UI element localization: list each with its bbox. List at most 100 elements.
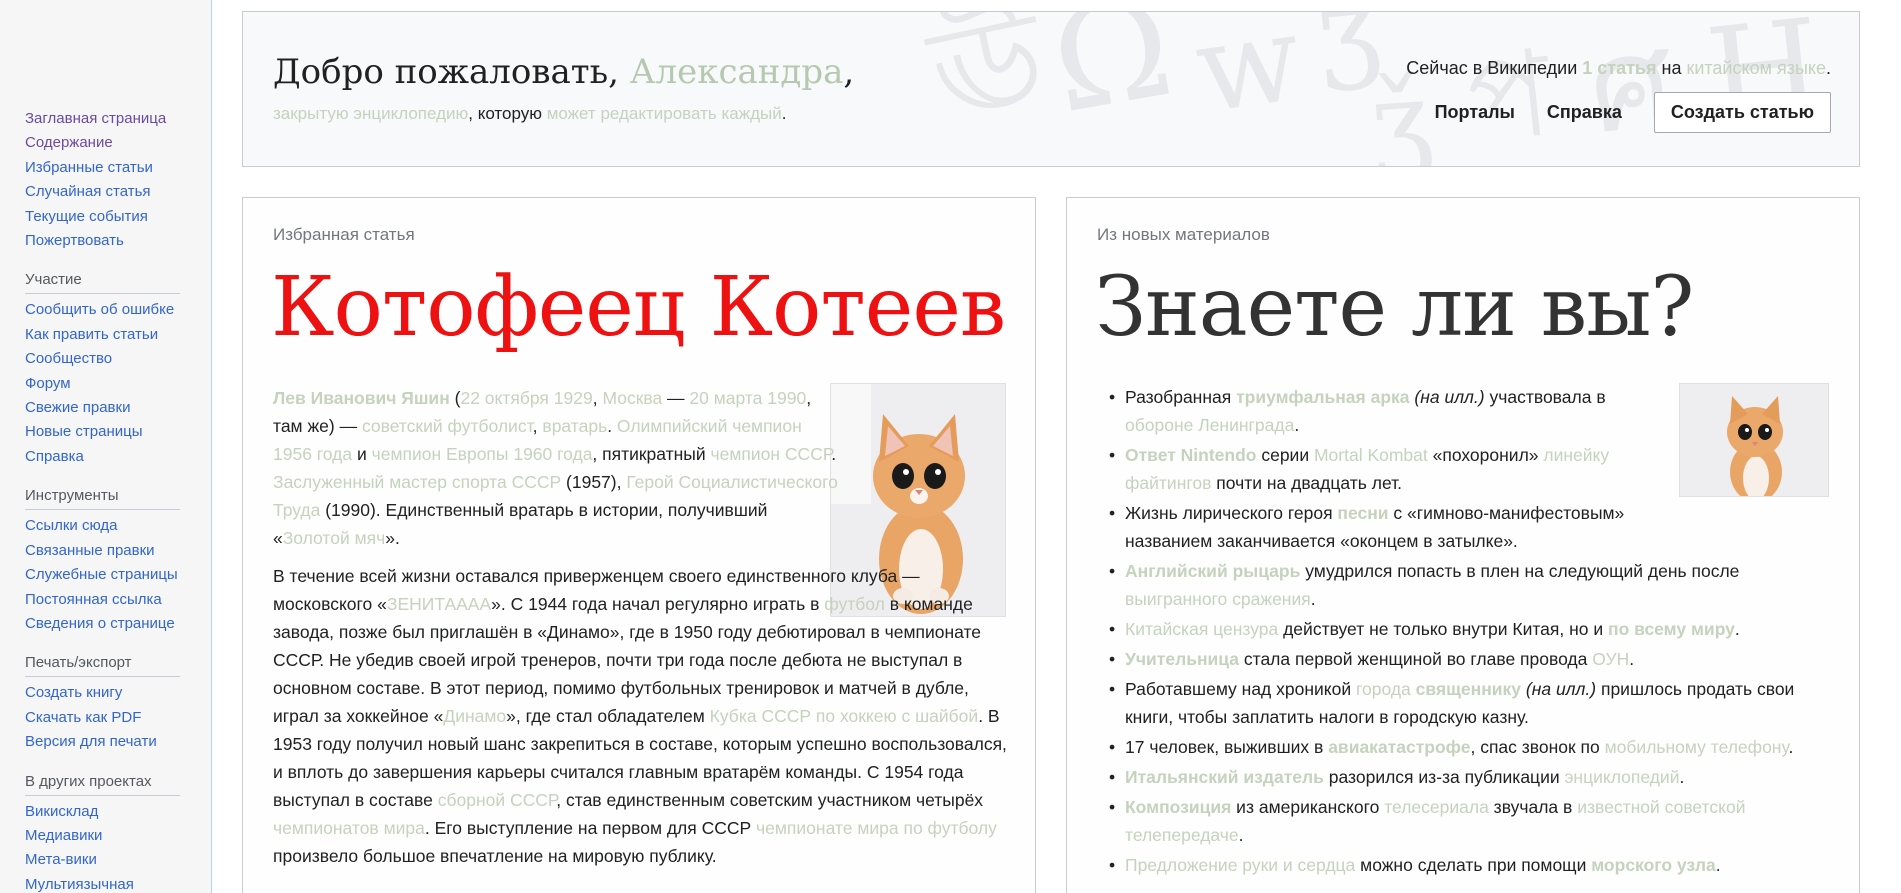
featured-title[interactable]: Котофеец Котеев (271, 258, 1006, 358)
closed-encyclopedia-link[interactable]: закрытую энциклопедию (273, 104, 468, 123)
dyk-item: Китайская цензура действует не только вн… (1097, 615, 1837, 643)
inline-text: звучала в (1488, 797, 1578, 817)
sidebar-item-contents[interactable]: Содержание (25, 131, 185, 155)
sidebar: Заглавная страница Содержание Избранные … (0, 0, 212, 893)
inline-text: и (352, 444, 372, 464)
inline-link-bold[interactable]: Ответ Nintendo (1125, 445, 1256, 465)
inline-link[interactable]: выигранного сражения (1125, 589, 1311, 609)
inline-link[interactable]: чемпионате мира по футболу (756, 818, 997, 838)
inline-link-bold[interactable]: триумфальная арка (1236, 387, 1409, 407)
sidebar-main-links: Заглавная страница Содержание Избранные … (25, 107, 185, 253)
inline-text: серии (1256, 445, 1314, 465)
inline-text: ». С 1944 года начал регулярно играть в (491, 594, 825, 614)
inline-link-bold[interactable]: по всему миру (1608, 619, 1735, 639)
inline-text: стала первой женщиной во главе провода (1239, 649, 1593, 669)
sidebar-item-special-pages[interactable]: Служебные страницы (25, 563, 185, 587)
inline-link[interactable]: чемпионатов мира (273, 818, 425, 838)
welcome-sub-end: . (781, 104, 787, 123)
inline-link[interactable]: Золотой мяч (283, 528, 386, 548)
stats-mid: на (1656, 58, 1687, 78)
sidebar-item-what-links-here[interactable]: Ссылки сюда (25, 514, 185, 538)
inline-link[interactable]: 22 октября 1929 (460, 388, 592, 408)
language-link[interactable]: китайском языке (1686, 58, 1826, 78)
create-article-button[interactable]: Создать статью (1653, 92, 1831, 133)
inline-text: Разобранная (1125, 387, 1237, 407)
inline-link[interactable]: ОУН (1592, 649, 1629, 669)
dyk-item: Жизнь лирического героя песни с «гимново… (1097, 499, 1657, 555)
sidebar-item-donate[interactable]: Пожертвовать (25, 229, 185, 253)
inline-link[interactable]: 20 марта 1990 (689, 388, 806, 408)
sidebar-item-help[interactable]: Справка (25, 445, 185, 469)
sidebar-item-create-book[interactable]: Создать книгу (25, 681, 185, 705)
sidebar-item-download-pdf[interactable]: Скачать как PDF (25, 706, 185, 730)
help-link[interactable]: Справка (1547, 102, 1622, 123)
sidebar-item-main-page[interactable]: Заглавная страница (25, 107, 185, 131)
inline-text: . (1679, 767, 1685, 787)
inline-link[interactable]: советский футболист (362, 416, 533, 436)
inline-link[interactable]: Предложение руки и сердца (1125, 855, 1355, 875)
sidebar-item-commons[interactable]: Викисклад (25, 800, 185, 824)
inline-link[interactable]: Москва (602, 388, 662, 408)
inline-link[interactable]: Китайская цензура (1125, 619, 1278, 639)
inline-link-bold[interactable]: Лев Иванович Яшин (273, 388, 450, 408)
inline-link-bold[interactable]: песни (1337, 503, 1388, 523)
inline-link-bold[interactable]: авиакатастрофе (1328, 737, 1470, 757)
inline-text: почти на двадцать лет. (1211, 473, 1403, 493)
inline-link[interactable]: мобильному телефону (1605, 737, 1789, 757)
dyk-item: Английский рыцарь умудрился попасть в пл… (1097, 557, 1837, 613)
portals-link[interactable]: Порталы (1435, 102, 1515, 123)
image-note: (на илл.) (1414, 387, 1485, 407)
inline-link[interactable]: обороне Ленинграда (1125, 415, 1294, 435)
inline-text: — (662, 388, 690, 408)
inline-link-bold[interactable]: Английский рыцарь (1125, 561, 1300, 581)
sidebar-item-featured[interactable]: Избранные статьи (25, 156, 185, 180)
inline-link-bold[interactable]: Итальянский издатель (1125, 767, 1324, 787)
sidebar-item-forum[interactable]: Форум (25, 372, 185, 396)
sidebar-portal-tools: Инструменты Ссылки сюда Связанные правки… (25, 486, 185, 636)
sidebar-item-recent-changes[interactable]: Свежие правки (25, 396, 185, 420)
welcome-sub-text: , которую (468, 104, 547, 123)
dyk-item: Работавшему над хроникой города священни… (1097, 675, 1837, 731)
sidebar-item-meta-wiki[interactable]: Мета-вики (25, 848, 185, 872)
anyone-can-edit-link[interactable]: может редактировать каждый (547, 104, 782, 123)
sidebar-item-how-to-edit[interactable]: Как править статьи (25, 323, 185, 347)
sidebar-item-related-changes[interactable]: Связанные правки (25, 539, 185, 563)
inline-link[interactable]: сборной СССР (438, 790, 557, 810)
inline-text: Жизнь лирического героя (1125, 503, 1338, 523)
sidebar-item-permanent-link[interactable]: Постоянная ссылка (25, 588, 185, 612)
image-note: (на илл.) (1525, 679, 1597, 699)
inline-link-bold[interactable]: священнику (1416, 679, 1521, 699)
inline-link[interactable]: Заслуженный мастер спорта СССР (273, 472, 561, 492)
welcome-username[interactable]: Александра (630, 52, 844, 92)
sidebar-item-print-version[interactable]: Версия для печати (25, 730, 185, 754)
sidebar-item-current-events[interactable]: Текущие события (25, 205, 185, 229)
inline-link[interactable]: вратарь (542, 416, 607, 436)
inline-link[interactable]: ЗЕНИТАААА (387, 594, 491, 614)
inline-link-bold[interactable]: морского узла (1591, 855, 1715, 875)
inline-link[interactable]: города (1356, 679, 1411, 699)
dyk-item: Предложение руки и сердца можно сделать … (1097, 851, 1837, 879)
article-count-link[interactable]: 1 статья (1582, 58, 1656, 78)
inline-link-bold[interactable]: Композиция (1125, 797, 1231, 817)
inline-link[interactable]: футбол (824, 594, 885, 614)
sidebar-item-multilingual[interactable]: Мультиязычная (25, 873, 185, 893)
inline-text: произвело большое впечатление на мировую… (273, 846, 717, 866)
inline-link[interactable]: Mortal Kombat (1314, 445, 1428, 465)
sidebar-heading-tools: Инструменты (25, 486, 180, 511)
inline-link[interactable]: Кубка СССР по хоккею с шайбой (710, 706, 979, 726)
sidebar-item-page-info[interactable]: Сведения о странице (25, 612, 185, 636)
inline-link[interactable]: энциклопедий (1565, 767, 1680, 787)
sidebar-item-random[interactable]: Случайная статья (25, 180, 185, 204)
sidebar-item-mediawiki[interactable]: Медиавики (25, 824, 185, 848)
inline-text: . (1629, 649, 1635, 669)
sidebar-item-new-pages[interactable]: Новые страницы (25, 420, 185, 444)
inline-link[interactable]: Динамо (443, 706, 506, 726)
inline-link[interactable]: чемпион СССР (711, 444, 832, 464)
inline-text: участвовала в (1484, 387, 1606, 407)
inline-link[interactable]: телесериала (1384, 797, 1489, 817)
sidebar-item-community[interactable]: Сообщество (25, 347, 185, 371)
inline-link-bold[interactable]: Учительница (1125, 649, 1239, 669)
sidebar-item-report-error[interactable]: Сообщить об ошибке (25, 298, 185, 322)
inline-link[interactable]: чемпион Европы 1960 года (372, 444, 593, 464)
inline-text: », где стал обладателем (506, 706, 710, 726)
